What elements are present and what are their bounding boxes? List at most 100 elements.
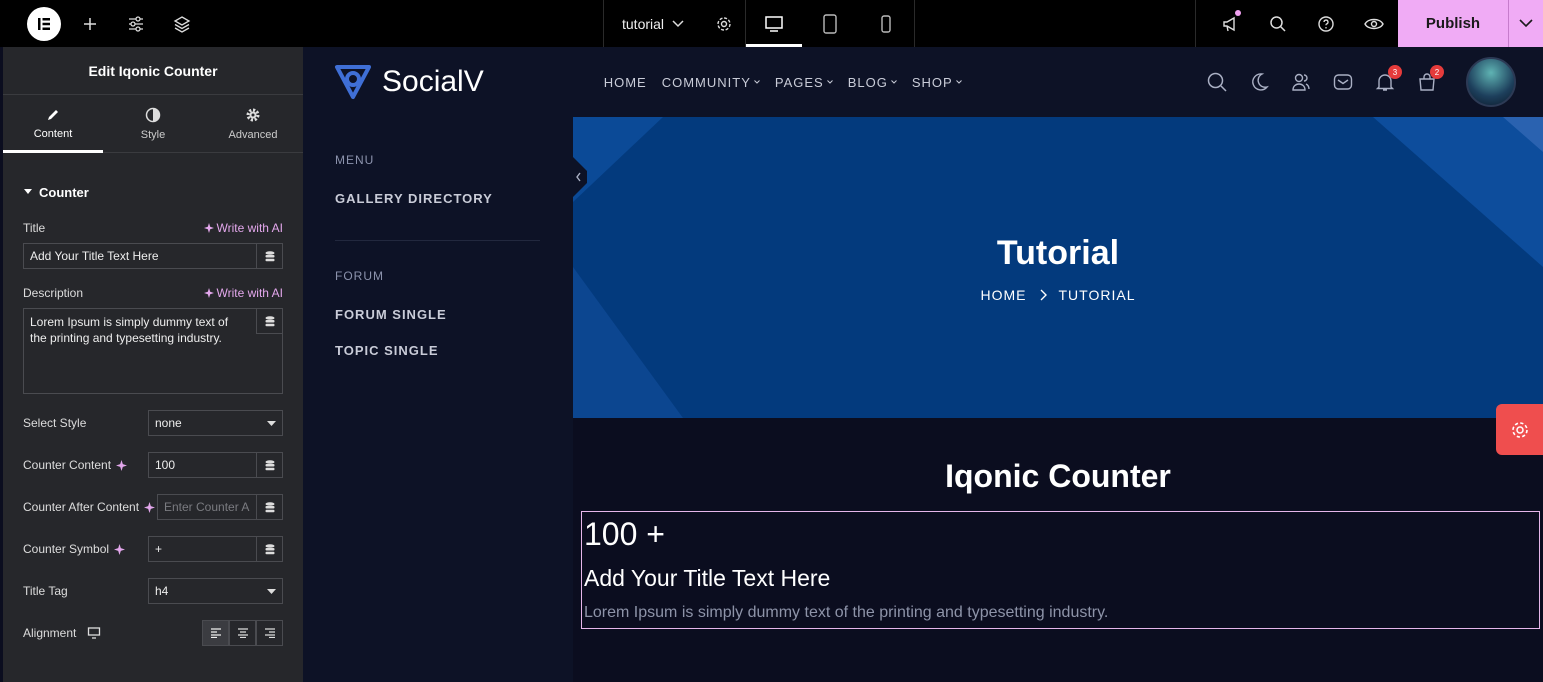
publish-button[interactable]: Publish [1398, 0, 1508, 47]
tab-content[interactable]: Content [3, 95, 103, 153]
title-label: Title [23, 221, 46, 235]
description-dynamic-tags-button[interactable] [256, 308, 283, 334]
panel-tabs: Content Style Advanced [3, 95, 303, 153]
counter-symbol-dynamic-tags-button[interactable] [256, 536, 283, 562]
counter-symbol-input[interactable]: + [148, 536, 256, 562]
select-style-label: Select Style [23, 416, 87, 430]
user-avatar[interactable] [1466, 57, 1516, 107]
alignment-label: Alignment [23, 626, 77, 640]
elementor-logo-button[interactable] [27, 6, 61, 41]
side-menu-item-gallery-directory[interactable]: GALLERY DIRECTORY [335, 191, 493, 206]
gear-icon [716, 16, 731, 31]
add-element-button[interactable] [67, 0, 113, 47]
site-brand[interactable]: SocialV [334, 64, 484, 100]
tab-content-label: Content [33, 127, 73, 140]
description-textarea[interactable]: Lorem Ipsum is simply dummy text of the … [23, 308, 283, 394]
breadcrumb-current: TUTORIAL [1058, 287, 1136, 303]
alignment-control [202, 620, 283, 646]
site-header: SocialV HOME COMMUNITY PAGES BLOG SHOP 3… [303, 47, 1543, 117]
nav-item-community[interactable]: COMMUNITY [662, 75, 760, 90]
search-button[interactable] [1254, 0, 1302, 47]
socialv-logo-icon [335, 65, 371, 99]
sparkle-icon[interactable] [116, 459, 128, 471]
counter-content-dynamic-tags-button[interactable] [256, 452, 283, 478]
database-icon [265, 501, 274, 512]
site-search-button[interactable] [1206, 71, 1228, 93]
help-icon [1318, 15, 1334, 32]
friends-button[interactable] [1290, 71, 1312, 93]
mobile-view-button[interactable] [858, 0, 914, 47]
sparkle-icon[interactable] [144, 501, 156, 513]
publish-options-button[interactable] [1508, 0, 1543, 47]
tab-advanced[interactable]: Advanced [203, 95, 303, 152]
whats-new-button[interactable] [1206, 0, 1254, 47]
pencil-icon [48, 109, 58, 120]
cart-button[interactable]: 2 [1416, 65, 1444, 93]
editor-topbar: tutorial Publish [0, 0, 1543, 47]
dark-mode-toggle[interactable] [1248, 71, 1270, 93]
notifications-button[interactable]: 3 [1374, 65, 1402, 93]
nav-item-shop[interactable]: SHOP [912, 75, 962, 90]
help-button[interactable] [1302, 0, 1350, 47]
breadcrumb-home[interactable]: HOME [981, 287, 1027, 303]
align-left-icon [210, 628, 221, 638]
side-menu-toggle[interactable] [573, 157, 593, 197]
sparkle-icon[interactable] [114, 543, 126, 555]
notifications-badge: 3 [1388, 65, 1402, 79]
align-left-button[interactable] [202, 620, 229, 646]
title-tag-dropdown[interactable]: h4 [148, 578, 283, 604]
half-circle-icon [145, 107, 161, 122]
tablet-view-button[interactable] [802, 0, 858, 47]
description-write-with-ai-link[interactable]: Write with AI [203, 286, 283, 300]
nav-shop-label: SHOP [911, 74, 953, 90]
messages-button[interactable] [1332, 71, 1354, 93]
database-icon [265, 459, 274, 470]
side-menu-item-topic-single[interactable]: TOPIC SINGLE [335, 343, 439, 358]
nav-item-home[interactable]: HOME [604, 75, 647, 90]
search-icon [1270, 15, 1286, 32]
counter-after-input[interactable]: Enter Counter A [157, 494, 256, 520]
title-dynamic-tags-button[interactable] [256, 243, 283, 269]
select-style-dropdown[interactable]: none [148, 410, 283, 436]
tablet-icon [823, 13, 837, 34]
megaphone-icon [1223, 16, 1235, 31]
structure-button[interactable] [159, 0, 205, 47]
users-icon [1292, 73, 1310, 91]
counter-content-label: Counter Content [23, 458, 112, 472]
caret-down-icon [267, 588, 276, 594]
nav-item-pages[interactable]: PAGES [775, 75, 833, 90]
database-icon [265, 315, 274, 326]
align-center-button[interactable] [229, 620, 256, 646]
sparkle-icon [203, 288, 214, 298]
tab-style-label: Style [140, 128, 166, 141]
theme-settings-button[interactable] [1496, 404, 1543, 455]
counter-symbol-label: Counter Symbol [23, 542, 110, 556]
iqonic-counter-widget[interactable]: 100 + Add Your Title Text Here Lorem Ips… [581, 511, 1540, 629]
desktop-view-button[interactable] [746, 0, 803, 47]
counter-description: Lorem Ipsum is simply dummy text of the … [584, 604, 1109, 621]
title-input[interactable]: Add Your Title Text Here [23, 243, 256, 269]
database-icon [265, 250, 274, 261]
counter-after-label: Counter After Content [23, 500, 140, 514]
chevron-down-icon [955, 80, 962, 84]
title-write-with-ai-link[interactable]: Write with AI [203, 221, 283, 235]
preview-button[interactable] [1350, 0, 1398, 47]
desktop-icon[interactable] [87, 627, 101, 639]
align-center-icon [237, 628, 248, 638]
counter-content-input[interactable]: 100 [148, 452, 256, 478]
layers-icon [173, 15, 191, 33]
caret-down-icon [267, 420, 276, 426]
page-settings-button[interactable] [702, 0, 747, 47]
desktop-icon [765, 15, 783, 32]
site-settings-button[interactable] [113, 0, 159, 47]
tab-style[interactable]: Style [103, 95, 203, 152]
counter-after-dynamic-tags-button[interactable] [256, 494, 283, 520]
nav-item-blog[interactable]: BLOG [848, 75, 897, 90]
document-title-dropdown[interactable]: tutorial [604, 0, 702, 47]
title-ai-label: Write with AI [216, 221, 283, 235]
gear-icon [246, 108, 260, 121]
side-menu-item-forum-single[interactable]: FORUM SINGLE [335, 307, 447, 322]
moon-icon [1252, 73, 1269, 91]
align-right-button[interactable] [256, 620, 283, 646]
tab-advanced-label: Advanced [228, 128, 278, 141]
